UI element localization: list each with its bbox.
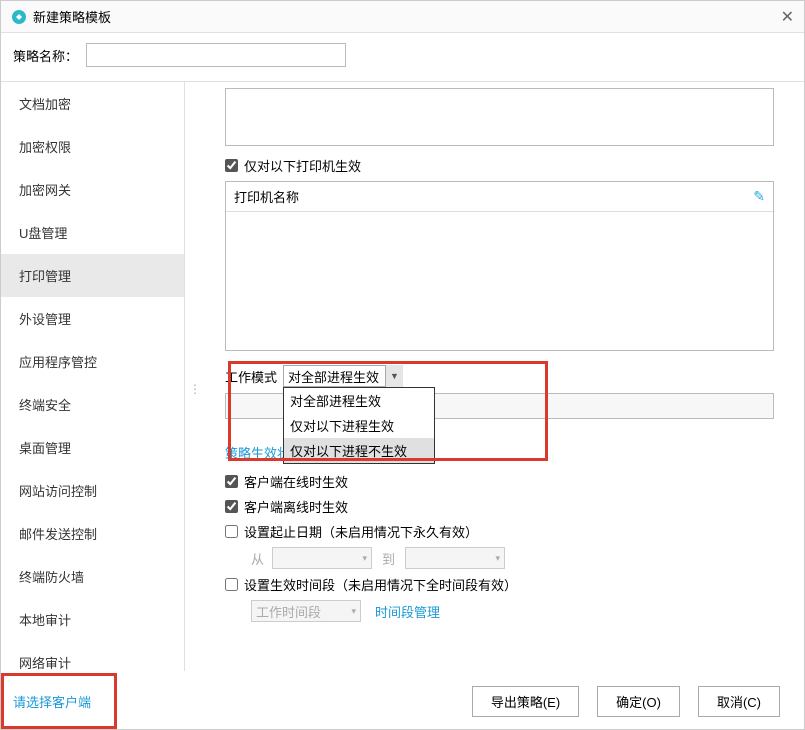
- empty-textarea[interactable]: [225, 88, 774, 146]
- select-client-link[interactable]: 请选择客户端: [13, 692, 91, 711]
- sidebar-item[interactable]: U盘管理: [1, 211, 184, 254]
- chevron-down-icon[interactable]: ▼: [385, 365, 403, 387]
- sidebar-item[interactable]: 网络审计: [1, 641, 184, 671]
- printer-table[interactable]: 打印机名称 ✎: [225, 181, 774, 351]
- chevron-down-icon: ▾: [496, 553, 501, 564]
- period-checkbox[interactable]: [225, 578, 238, 591]
- period-select: 工作时间段 ▾: [251, 600, 361, 622]
- offline-checkbox[interactable]: [225, 500, 238, 513]
- to-label: 到: [382, 549, 395, 568]
- chevron-down-icon: ▾: [351, 606, 356, 617]
- export-button[interactable]: 导出策略(E): [472, 686, 579, 717]
- titlebar: 新建策略模板 ✕: [1, 1, 804, 33]
- daterange-checkbox[interactable]: [225, 525, 238, 538]
- daterange-label: 设置起止日期（未启用情况下永久有效）: [244, 522, 478, 541]
- cancel-button[interactable]: 取消(C): [698, 686, 780, 717]
- offline-label: 客户端离线时生效: [244, 497, 348, 516]
- sidebar-item[interactable]: 终端防火墙: [1, 555, 184, 598]
- dropdown-option[interactable]: 仅对以下进程生效: [284, 413, 434, 438]
- sidebar-item[interactable]: 邮件发送控制: [1, 512, 184, 555]
- content-panel: ⋮ 仅对以下打印机生效 打印机名称 ✎ 工作模式 对全部进程生效 ▼ 对全部进程…: [185, 82, 804, 671]
- work-mode-label: 工作模式: [225, 367, 277, 386]
- online-label: 客户端在线时生效: [244, 472, 348, 491]
- work-mode-value: 对全部进程生效: [288, 367, 379, 386]
- work-mode-dropdown[interactable]: 对全部进程生效仅对以下进程生效仅对以下进程不生效: [283, 387, 435, 464]
- sidebar[interactable]: 文档加密加密权限加密网关U盘管理打印管理外设管理应用程序管控终端安全桌面管理网站…: [1, 82, 185, 671]
- chevron-down-icon: ▾: [362, 553, 367, 564]
- sidebar-item[interactable]: 应用程序管控: [1, 340, 184, 383]
- sidebar-item[interactable]: 文档加密: [1, 82, 184, 125]
- to-date: ▾: [405, 547, 505, 569]
- window-title: 新建策略模板: [33, 7, 111, 26]
- sidebar-item[interactable]: 本地审计: [1, 598, 184, 641]
- dropdown-option[interactable]: 仅对以下进程不生效: [284, 438, 434, 463]
- sidebar-item[interactable]: 终端安全: [1, 383, 184, 426]
- drag-handle-icon[interactable]: ⋮: [189, 382, 202, 396]
- period-label: 设置生效时间段（未启用情况下全时间段有效）: [244, 575, 517, 594]
- printer-only-checkbox[interactable]: [225, 159, 238, 172]
- footer-buttons: 导出策略(E) 确定(O) 取消(C): [472, 686, 780, 717]
- ok-button[interactable]: 确定(O): [597, 686, 680, 717]
- sidebar-item[interactable]: 外设管理: [1, 297, 184, 340]
- dropdown-option[interactable]: 对全部进程生效: [284, 388, 434, 413]
- sidebar-item[interactable]: 桌面管理: [1, 426, 184, 469]
- from-label: 从: [251, 549, 264, 568]
- sidebar-item[interactable]: 打印管理: [1, 254, 184, 297]
- from-date: ▾: [272, 547, 372, 569]
- name-label: 策略名称：: [13, 46, 78, 65]
- work-mode-combo[interactable]: 对全部进程生效 ▼ 对全部进程生效仅对以下进程生效仅对以下进程不生效: [283, 365, 403, 387]
- period-manage-link: 时间段管理: [375, 602, 440, 621]
- printer-name-header: 打印机名称: [234, 187, 299, 206]
- name-row: 策略名称：: [1, 33, 804, 81]
- edit-icon[interactable]: ✎: [753, 188, 765, 205]
- sidebar-item[interactable]: 加密权限: [1, 125, 184, 168]
- sidebar-item[interactable]: 网站访问控制: [1, 469, 184, 512]
- printer-only-label: 仅对以下打印机生效: [244, 156, 361, 175]
- close-icon[interactable]: ✕: [781, 7, 794, 27]
- period-select-value: 工作时间段: [256, 602, 321, 621]
- sidebar-item[interactable]: 加密网关: [1, 168, 184, 211]
- app-logo-icon: [11, 9, 27, 25]
- policy-name-input[interactable]: [86, 43, 346, 67]
- online-checkbox[interactable]: [225, 475, 238, 488]
